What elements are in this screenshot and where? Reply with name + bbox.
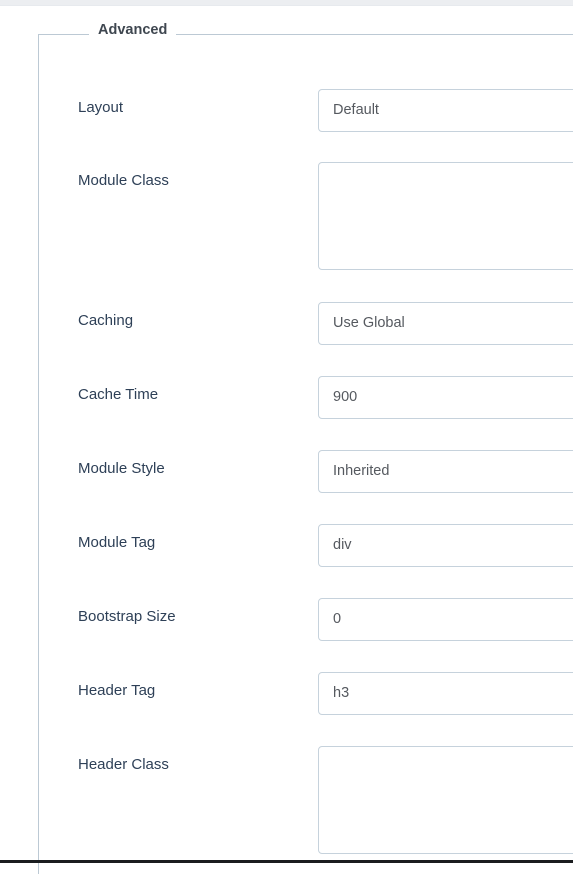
label-header-class: Header Class bbox=[78, 756, 169, 773]
select-caching[interactable]: Use Global bbox=[318, 302, 573, 345]
label-module-style: Module Style bbox=[78, 460, 165, 477]
label-header-tag: Header Tag bbox=[78, 682, 156, 699]
window-top-chrome-band bbox=[0, 0, 573, 6]
textarea-module-class[interactable] bbox=[318, 162, 573, 270]
textarea-header-class[interactable] bbox=[318, 746, 573, 854]
advanced-settings-form: Layout Default Module Class Caching Use … bbox=[0, 7, 573, 860]
select-bootstrap-size[interactable]: 0 bbox=[318, 598, 573, 641]
settings-page: Advanced Layout Default Module Class Cac… bbox=[0, 7, 573, 874]
select-module-tag[interactable]: div bbox=[318, 524, 573, 567]
label-caching: Caching bbox=[78, 312, 134, 329]
label-bootstrap-size: Bootstrap Size bbox=[78, 608, 176, 625]
select-module-style[interactable]: Inherited bbox=[318, 450, 573, 493]
label-module-class: Module Class bbox=[78, 172, 169, 189]
label-layout: Layout bbox=[78, 99, 124, 116]
select-header-tag[interactable]: h3 bbox=[318, 672, 573, 715]
label-module-tag: Module Tag bbox=[78, 534, 156, 551]
select-layout[interactable]: Default bbox=[318, 89, 573, 132]
label-cache-time: Cache Time bbox=[78, 386, 159, 403]
input-cache-time[interactable]: 900 bbox=[318, 376, 573, 419]
